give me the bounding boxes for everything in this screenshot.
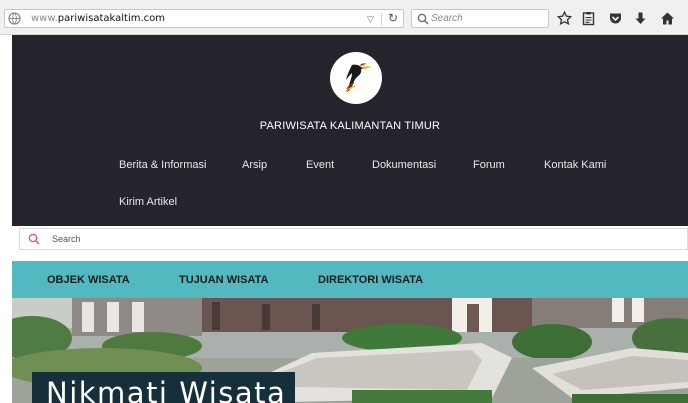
nav-item-arsip[interactable]: Arsip (242, 159, 267, 171)
nav-item-forum[interactable]: Forum (473, 159, 505, 171)
nav-item-kirim-artikel[interactable]: Kirim Artikel (119, 196, 177, 208)
site-search-bar (19, 228, 688, 250)
site-logo[interactable] (330, 52, 382, 104)
reload-icon[interactable]: ↻ (388, 11, 398, 25)
site-header: PARIWISATA KALIMANTAN TIMUR Berita & Inf… (12, 35, 688, 226)
category-tujuan-wisata[interactable]: TUJUAN WISATA (179, 274, 268, 286)
category-direktori-wisata[interactable]: DIREKTORI WISATA (318, 274, 423, 286)
pocket-icon[interactable] (608, 11, 623, 26)
nav-item-berita[interactable]: Berita & Informasi (119, 159, 206, 171)
url-text: www.pariwisatakaltim.com (31, 13, 166, 24)
reading-list-icon[interactable] (581, 11, 596, 26)
hero-caption-text: Nikmati Wisata (46, 376, 287, 403)
search-icon (417, 13, 429, 25)
nav-item-kontak[interactable]: Kontak Kami (544, 159, 606, 171)
search-icon (28, 233, 40, 245)
site-search-input[interactable] (52, 231, 652, 247)
browser-toolbar: www.pariwisatakaltim.com ▽ ↻ Search (0, 0, 688, 35)
site-title[interactable]: PARIWISATA KALIMANTAN TIMUR (12, 120, 688, 132)
nav-item-event[interactable]: Event (306, 159, 334, 171)
browser-search-box[interactable]: Search (411, 9, 549, 28)
nav-item-dokumentasi[interactable]: Dokumentasi (372, 159, 436, 171)
globe-icon (8, 12, 21, 25)
address-bar[interactable]: www.pariwisatakaltim.com ▽ ↻ (4, 9, 404, 28)
category-objek-wisata[interactable]: OBJEK WISATA (47, 274, 130, 286)
bookmark-star-icon[interactable] (557, 11, 572, 26)
download-icon[interactable] (633, 11, 648, 26)
browser-search-placeholder: Search (431, 13, 463, 24)
category-nav: OBJEK WISATA TUJUAN WISATA DIREKTORI WIS… (12, 261, 688, 298)
address-divider (381, 13, 382, 25)
hornbill-logo-icon (345, 63, 371, 92)
home-icon[interactable] (660, 11, 675, 26)
hero-banner[interactable]: Nikmati Wisata (12, 298, 688, 403)
hero-caption: Nikmati Wisata (32, 372, 295, 403)
dropdown-arrow-icon[interactable]: ▽ (367, 14, 374, 25)
